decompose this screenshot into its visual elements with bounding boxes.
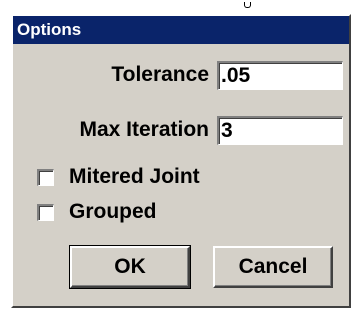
- max-iteration-label: Max Iteration: [79, 118, 209, 141]
- grouped-option[interactable]: Grouped: [37, 200, 157, 224]
- grouped-checkbox[interactable]: [37, 203, 54, 221]
- cancel-button[interactable]: Cancel: [213, 246, 333, 288]
- tolerance-input[interactable]: .05: [217, 61, 343, 90]
- mitered-joint-checkbox[interactable]: [37, 168, 54, 186]
- ok-button-label: OK: [114, 255, 146, 278]
- grouped-label: Grouped: [69, 200, 157, 223]
- mitered-joint-option[interactable]: Mitered Joint: [37, 165, 200, 189]
- cancel-button-label: Cancel: [238, 255, 308, 278]
- screen: Options Tolerance .05 Max Iteration 3 Mi…: [0, 0, 359, 320]
- mitered-joint-label: Mitered Joint: [69, 165, 200, 188]
- dialog-title-bar[interactable]: Options: [13, 16, 349, 44]
- dialog-title: Options: [17, 20, 82, 39]
- tolerance-label: Tolerance: [111, 63, 209, 86]
- options-dialog: Options Tolerance .05 Max Iteration 3 Mi…: [11, 14, 351, 308]
- max-iteration-input[interactable]: 3: [217, 116, 343, 145]
- cursor-artifact-icon: [244, 2, 251, 8]
- ok-button[interactable]: OK: [69, 245, 191, 289]
